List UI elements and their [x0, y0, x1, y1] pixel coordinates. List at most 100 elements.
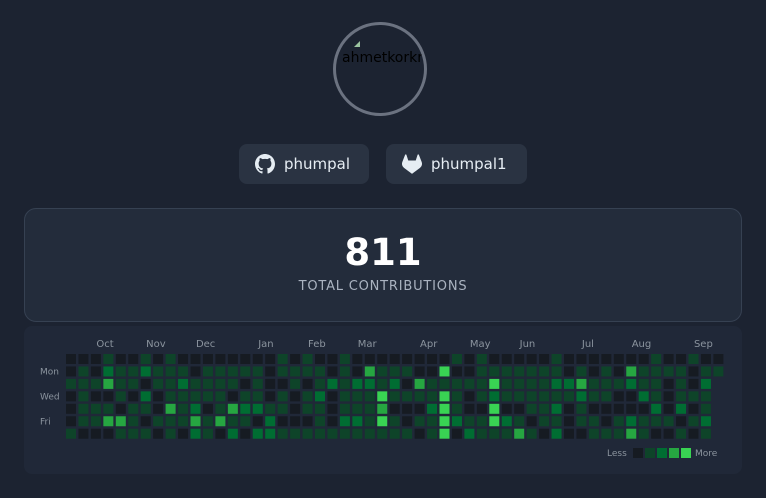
contribution-day-cell[interactable]	[252, 366, 263, 377]
contribution-day-cell[interactable]	[290, 403, 301, 414]
contribution-day-cell[interactable]	[613, 366, 624, 377]
contribution-day-cell[interactable]	[601, 366, 612, 377]
contribution-day-cell[interactable]	[352, 428, 363, 439]
contribution-day-cell[interactable]	[688, 416, 699, 427]
contribution-day-cell[interactable]	[588, 354, 599, 364]
contribution-day-cell[interactable]	[676, 391, 687, 402]
contribution-day-cell[interactable]	[389, 416, 400, 427]
contribution-day-cell[interactable]	[501, 378, 512, 389]
contribution-day-cell[interactable]	[302, 403, 313, 414]
contribution-day-cell[interactable]	[290, 366, 301, 377]
contribution-day-cell[interactable]	[626, 428, 637, 439]
contribution-day-cell[interactable]	[700, 354, 711, 364]
contribution-day-cell[interactable]	[464, 378, 475, 389]
contribution-day-cell[interactable]	[190, 391, 201, 402]
contribution-day-cell[interactable]	[638, 366, 649, 377]
contribution-day-cell[interactable]	[302, 354, 313, 364]
contribution-day-cell[interactable]	[464, 354, 475, 364]
contribution-day-cell[interactable]	[128, 428, 139, 439]
contribution-day-cell[interactable]	[103, 366, 114, 377]
contribution-day-cell[interactable]	[476, 354, 487, 364]
contribution-day-cell[interactable]	[676, 403, 687, 414]
contribution-day-cell[interactable]	[638, 403, 649, 414]
contribution-day-cell[interactable]	[713, 366, 724, 377]
contribution-day-cell[interactable]	[551, 416, 562, 427]
contribution-day-cell[interactable]	[190, 403, 201, 414]
contribution-day-cell[interactable]	[451, 391, 462, 402]
contribution-day-cell[interactable]	[265, 403, 276, 414]
contribution-day-cell[interactable]	[489, 416, 500, 427]
contribution-day-cell[interactable]	[476, 428, 487, 439]
contribution-day-cell[interactable]	[576, 378, 587, 389]
contribution-day-cell[interactable]	[339, 416, 350, 427]
contribution-day-cell[interactable]	[588, 403, 599, 414]
contribution-day-cell[interactable]	[202, 428, 213, 439]
contribution-day-cell[interactable]	[103, 391, 114, 402]
contribution-day-cell[interactable]	[252, 378, 263, 389]
contribution-day-cell[interactable]	[576, 354, 587, 364]
contribution-day-cell[interactable]	[240, 391, 251, 402]
contribution-day-cell[interactable]	[588, 378, 599, 389]
contribution-day-cell[interactable]	[439, 416, 450, 427]
contribution-day-cell[interactable]	[339, 354, 350, 364]
contribution-day-cell[interactable]	[128, 354, 139, 364]
contribution-day-cell[interactable]	[501, 416, 512, 427]
contribution-day-cell[interactable]	[389, 366, 400, 377]
contribution-day-cell[interactable]	[364, 354, 375, 364]
contribution-day-cell[interactable]	[364, 391, 375, 402]
contribution-day-cell[interactable]	[526, 391, 537, 402]
contribution-day-cell[interactable]	[638, 428, 649, 439]
contribution-day-cell[interactable]	[489, 391, 500, 402]
contribution-day-cell[interactable]	[215, 391, 226, 402]
contribution-day-cell[interactable]	[277, 378, 288, 389]
contribution-day-cell[interactable]	[302, 391, 313, 402]
contribution-day-cell[interactable]	[66, 378, 76, 389]
contribution-day-cell[interactable]	[153, 354, 164, 364]
contribution-day-cell[interactable]	[327, 391, 338, 402]
contribution-day-cell[interactable]	[688, 391, 699, 402]
contribution-day-cell[interactable]	[78, 378, 89, 389]
contribution-day-cell[interactable]	[90, 416, 101, 427]
contribution-day-cell[interactable]	[153, 366, 164, 377]
contribution-day-cell[interactable]	[302, 378, 313, 389]
contribution-day-cell[interactable]	[663, 416, 674, 427]
contribution-day-cell[interactable]	[539, 416, 550, 427]
contribution-day-cell[interactable]	[66, 403, 76, 414]
contribution-day-cell[interactable]	[103, 416, 114, 427]
contribution-day-cell[interactable]	[539, 391, 550, 402]
contribution-day-cell[interactable]	[377, 416, 388, 427]
contribution-day-cell[interactable]	[178, 428, 189, 439]
contribution-day-cell[interactable]	[78, 354, 89, 364]
contribution-day-cell[interactable]	[414, 416, 425, 427]
contribution-day-cell[interactable]	[190, 416, 201, 427]
contribution-day-cell[interactable]	[663, 391, 674, 402]
contribution-day-cell[interactable]	[290, 391, 301, 402]
contribution-day-cell[interactable]	[215, 416, 226, 427]
contribution-day-cell[interactable]	[352, 391, 363, 402]
contribution-day-cell[interactable]	[252, 391, 263, 402]
contribution-day-cell[interactable]	[576, 428, 587, 439]
contribution-day-cell[interactable]	[551, 428, 562, 439]
contribution-day-cell[interactable]	[153, 378, 164, 389]
contribution-day-cell[interactable]	[227, 428, 238, 439]
contribution-day-cell[interactable]	[78, 416, 89, 427]
contribution-day-cell[interactable]	[613, 416, 624, 427]
contribution-day-cell[interactable]	[252, 428, 263, 439]
contribution-day-cell[interactable]	[377, 378, 388, 389]
contribution-day-cell[interactable]	[227, 354, 238, 364]
contribution-day-cell[interactable]	[128, 403, 139, 414]
contribution-day-cell[interactable]	[315, 403, 325, 414]
contribution-day-cell[interactable]	[601, 378, 612, 389]
contribution-day-cell[interactable]	[103, 403, 114, 414]
contribution-day-cell[interactable]	[140, 354, 151, 364]
contribution-day-cell[interactable]	[128, 378, 139, 389]
contribution-day-cell[interactable]	[165, 428, 176, 439]
contribution-day-cell[interactable]	[526, 403, 537, 414]
contribution-day-cell[interactable]	[700, 391, 711, 402]
contribution-day-cell[interactable]	[551, 354, 562, 364]
contribution-day-cell[interactable]	[290, 428, 301, 439]
contribution-day-cell[interactable]	[389, 428, 400, 439]
contribution-day-cell[interactable]	[190, 366, 201, 377]
contribution-day-cell[interactable]	[265, 354, 276, 364]
contribution-day-cell[interactable]	[700, 378, 711, 389]
